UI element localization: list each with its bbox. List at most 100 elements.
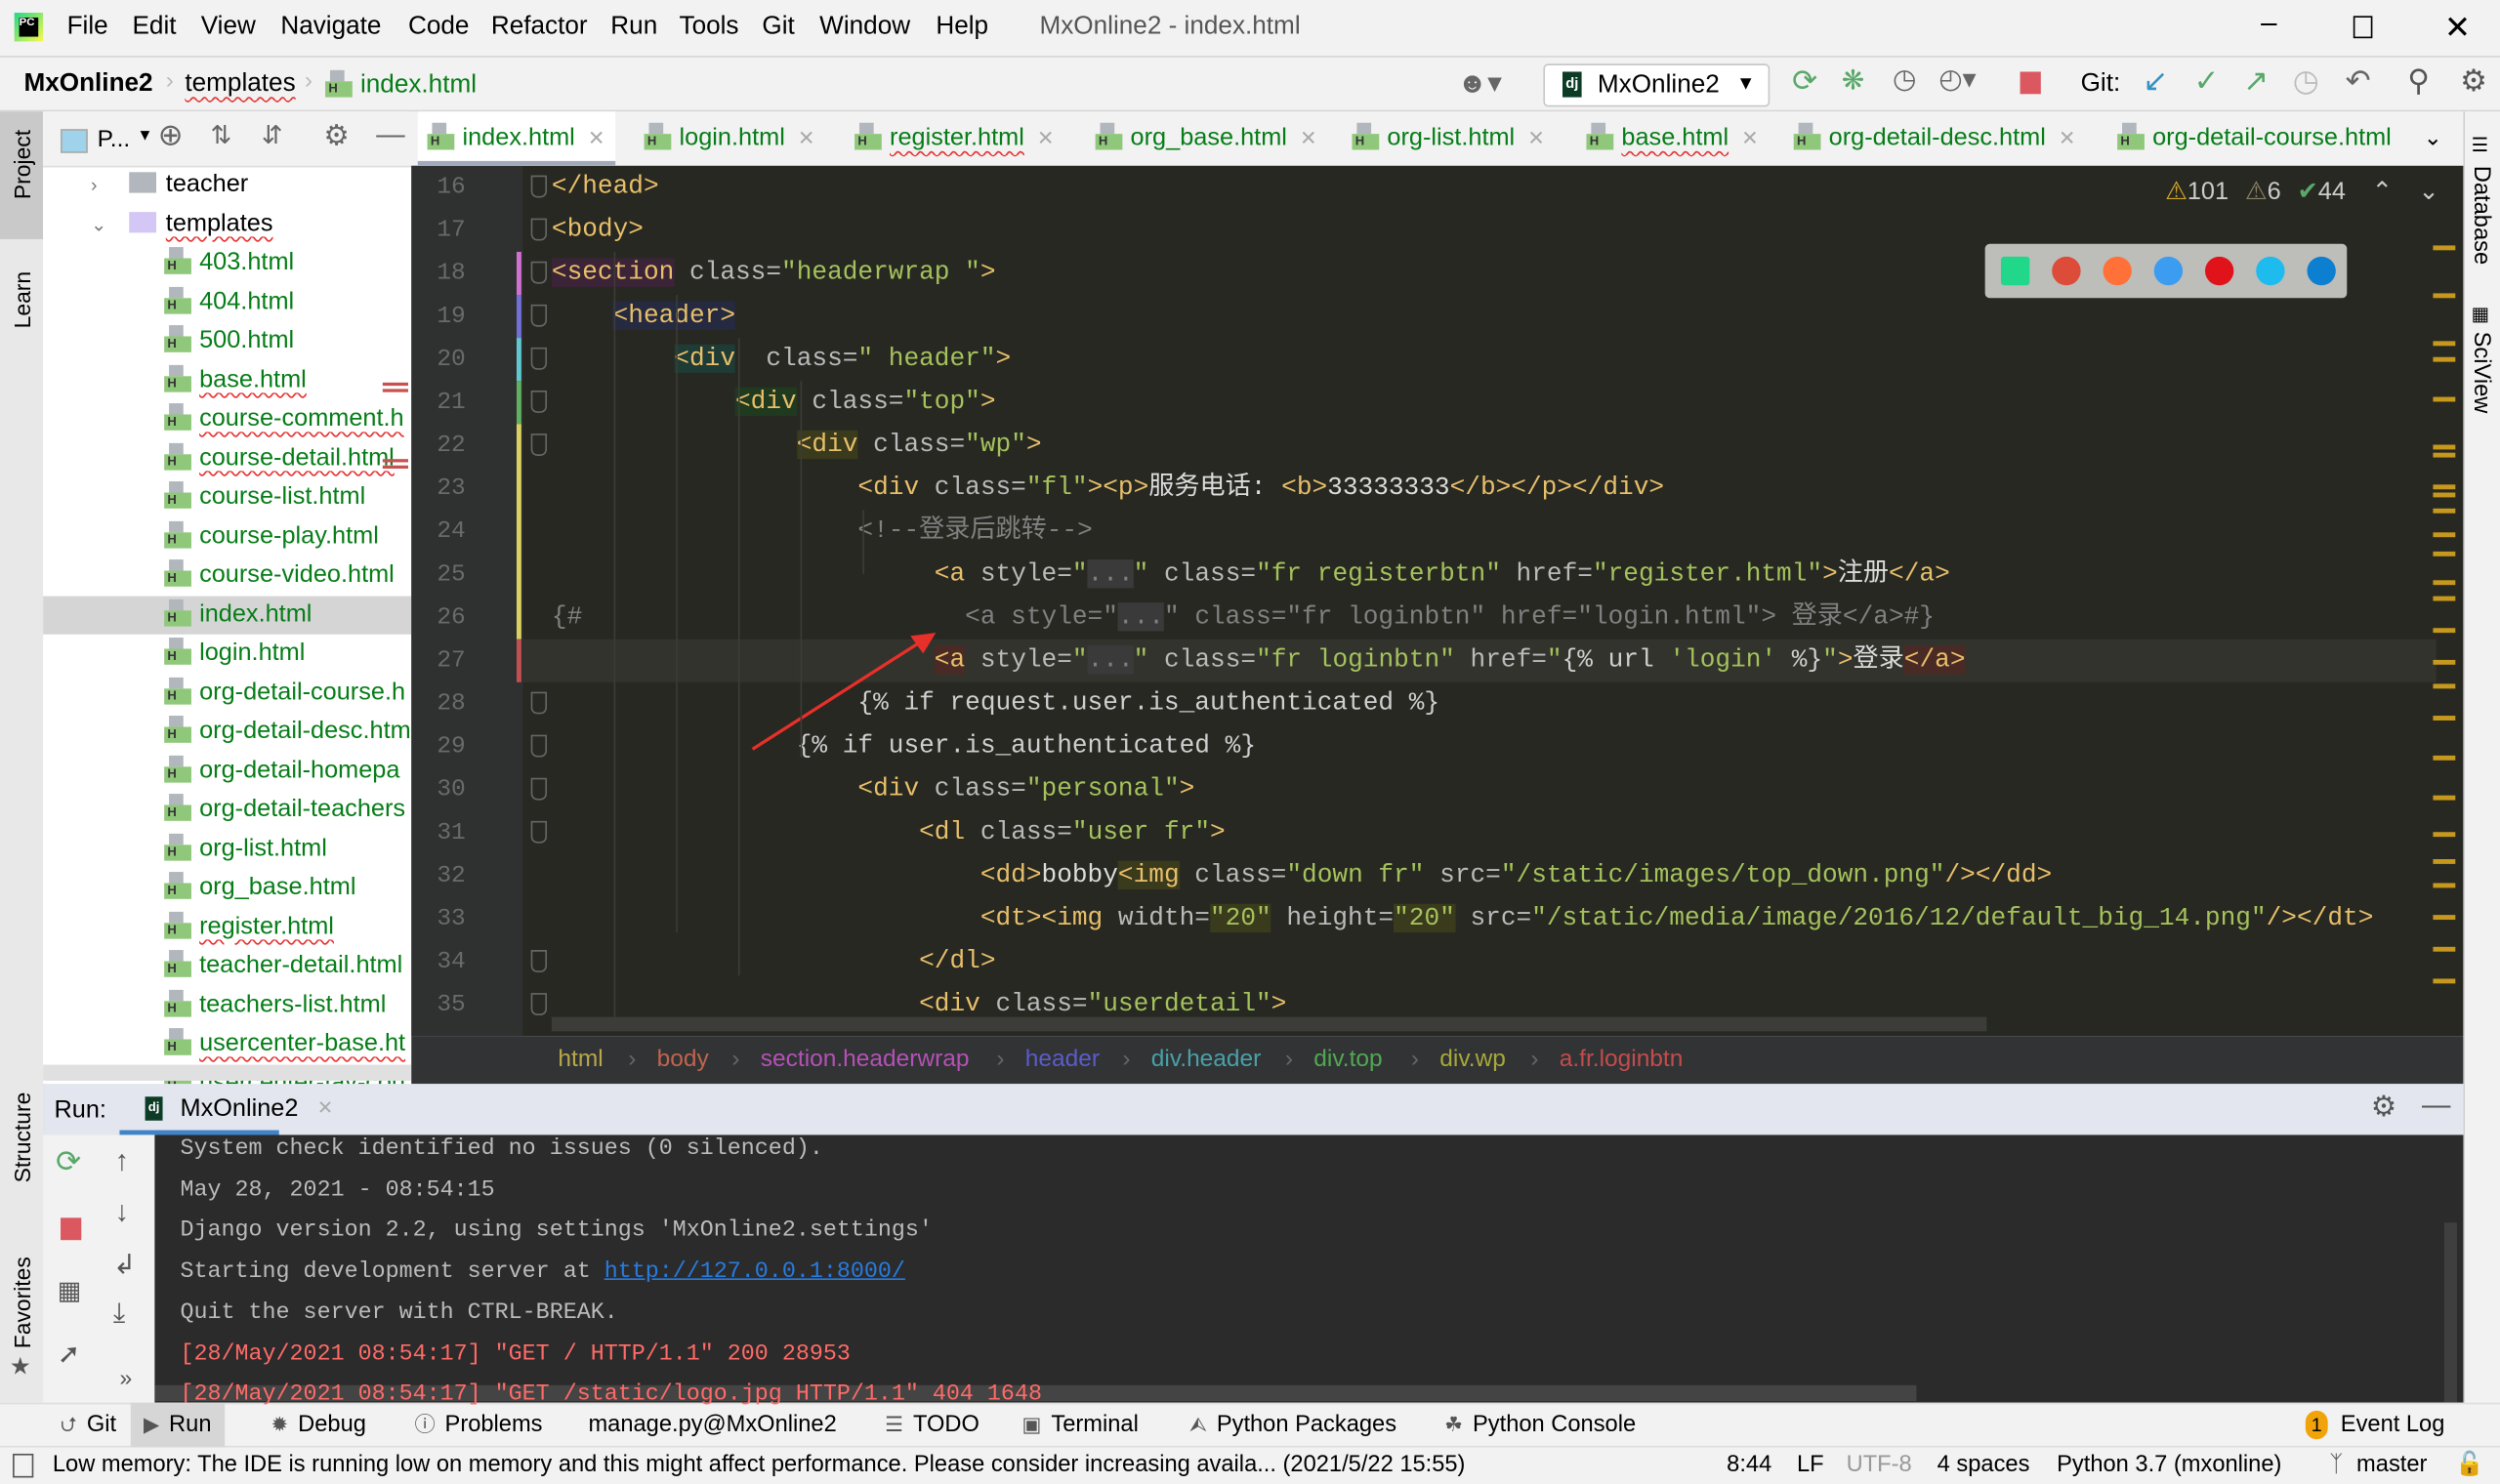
code-token: <div — [674, 344, 736, 374]
server-url-link[interactable]: http://127.0.0.1:8000/ — [604, 1259, 905, 1285]
code-line: <div class="top"> — [552, 381, 996, 424]
caret-position[interactable]: 8:44 — [1727, 1447, 1771, 1484]
code-token: <div — [857, 774, 920, 804]
status-toggle-icon[interactable] — [13, 1453, 34, 1478]
editor-breadcrumb-item[interactable]: div.wp — [1439, 1036, 1506, 1084]
code-token: > — [1179, 774, 1195, 804]
editor-breadcrumb-item[interactable]: div.header — [1151, 1036, 1262, 1084]
code-token: class= — [796, 387, 904, 417]
fold-marker-icon[interactable] — [530, 820, 547, 844]
fold-marker-icon[interactable] — [530, 734, 547, 758]
code-token: <div — [857, 473, 920, 503]
lock-icon[interactable]: 🔓 — [2455, 1447, 2483, 1484]
fold-marker-icon[interactable] — [530, 347, 547, 370]
python-interpreter[interactable]: Python 3.7 (mxonline) — [2057, 1447, 2281, 1484]
soft-wrap-icon[interactable]: ↲ — [113, 1250, 136, 1282]
code-token: "headerwrap " — [781, 258, 980, 287]
scroll-to-end-icon[interactable]: ⤓ — [113, 1298, 125, 1330]
code-token: " — [1822, 645, 1838, 675]
fold-marker-icon[interactable] — [530, 261, 547, 284]
close-tab-icon[interactable]: ✕ — [1527, 126, 1545, 149]
close-tab-icon[interactable]: ✕ — [317, 1096, 333, 1119]
tool-todo[interactable]: ☰ TODO — [885, 1403, 979, 1448]
code-line: <div class="personal"> — [552, 768, 1194, 811]
fold-marker-icon[interactable] — [530, 433, 547, 456]
code-line: <div class="userdetail"> — [552, 983, 1286, 1026]
code-token: > — [1025, 430, 1042, 460]
tool-run[interactable]: ▶ Run — [130, 1402, 225, 1448]
editor-breadcrumb-item[interactable]: div.top — [1313, 1036, 1382, 1084]
up-arrow-icon[interactable]: ↑ — [115, 1144, 130, 1177]
tool-debug[interactable]: ✹ Debug — [271, 1403, 366, 1448]
close-tab-icon[interactable]: ✕ — [1037, 126, 1055, 149]
tool-python-packages[interactable]: ⮙ Python Packages — [1189, 1403, 1396, 1448]
fold-marker-icon[interactable] — [530, 304, 547, 327]
debug-icon: ✹ — [271, 1412, 289, 1437]
hide-icon[interactable]: — — [2422, 1089, 2450, 1122]
fold-marker-icon[interactable] — [530, 993, 547, 1015]
stop-icon[interactable] — [61, 1217, 82, 1241]
tool-sciview[interactable]: SciView — [2468, 332, 2493, 414]
run-label: Run: — [54, 1096, 106, 1125]
tool-python-console[interactable]: ☘ Python Console — [1444, 1403, 1636, 1448]
close-tab-icon[interactable]: ✕ — [1741, 126, 1759, 149]
pin-icon[interactable]: ➚ — [58, 1339, 80, 1371]
close-tab-icon[interactable]: ✕ — [588, 126, 605, 149]
code-token: 33333333 — [1327, 473, 1450, 503]
console-line: May 28, 2021 - 08:54:15 — [180, 1171, 494, 1211]
run-tab-label: MxOnline2 — [180, 1094, 299, 1123]
fold-marker-icon[interactable] — [530, 218, 547, 241]
editor-breadcrumb-item[interactable]: a.fr.loginbtn — [1560, 1036, 1684, 1084]
fold-marker-icon[interactable] — [530, 950, 547, 972]
fold-marker-icon[interactable] — [530, 777, 547, 801]
event-log-label: Event Log — [2340, 1412, 2445, 1438]
layout-icon[interactable]: ▦ — [58, 1275, 82, 1307]
file-encoding[interactable]: UTF-8 — [1847, 1447, 1912, 1484]
rerun-icon[interactable]: ⟳ — [56, 1144, 81, 1181]
tool-terminal[interactable]: ▣ Terminal — [1022, 1403, 1139, 1448]
editor-tab[interactable]: org-detail-course.html — [2117, 111, 2392, 166]
editor-breadcrumb-item[interactable]: section.headerwrap — [761, 1036, 970, 1084]
line-number: 33 — [437, 905, 466, 933]
fold-marker-icon[interactable] — [530, 175, 547, 198]
close-tab-icon[interactable]: ✕ — [1300, 126, 1317, 149]
tool-manage-py[interactable]: manage.py@MxOnline2 — [588, 1403, 836, 1448]
breadcrumb-sep: › — [1284, 1046, 1294, 1073]
editor-breadcrumb-item[interactable]: header — [1025, 1036, 1100, 1084]
close-tab-icon[interactable]: ✕ — [2059, 126, 2076, 149]
status-message[interactable]: Low memory: The IDE is running low on me… — [53, 1447, 1466, 1484]
editor-tab[interactable]: index.html ✕ — [417, 111, 615, 166]
editor-tab[interactable]: org-detail-desc.html ✕ — [1793, 111, 2076, 166]
code-token: <img — [1117, 860, 1180, 890]
editor-breadcrumb-item[interactable]: html — [558, 1036, 603, 1084]
gear-icon[interactable]: ⚙ — [2371, 1091, 2396, 1124]
editor-tab[interactable]: org_base.html ✕ — [1095, 111, 1317, 166]
down-arrow-icon[interactable]: ↓ — [115, 1195, 130, 1228]
tool-git[interactable]: ⮍ Git — [61, 1403, 116, 1448]
run-tab[interactable]: dj MxOnline2 ✕ — [119, 1084, 333, 1135]
code-token: href= — [1454, 645, 1547, 675]
tool-problems[interactable]: ⓘ Problems — [414, 1403, 542, 1448]
indent-setting[interactable]: 4 spaces — [1938, 1447, 2030, 1484]
code-token: /></dd> — [1944, 860, 2053, 890]
editor-tab[interactable]: login.html ✕ — [644, 111, 815, 166]
git-branch[interactable]: master — [2356, 1447, 2427, 1484]
code-token: "fr loginbtn" — [1256, 645, 1455, 675]
tool-database[interactable]: Database — [2468, 166, 2493, 265]
more-icon[interactable]: » — [119, 1365, 132, 1390]
code-token: 登录 — [1853, 645, 1904, 675]
fold-marker-icon[interactable] — [530, 691, 547, 715]
editor-tab[interactable]: org-list.html ✕ — [1352, 111, 1545, 166]
fold-marker-icon[interactable] — [530, 390, 547, 413]
close-tab-icon[interactable]: ✕ — [798, 126, 815, 149]
editor-breadcrumb-item[interactable]: body — [657, 1036, 709, 1084]
code-token: class= — [735, 344, 858, 374]
line-separator[interactable]: LF — [1797, 1447, 1824, 1484]
editor-tab[interactable]: register.html ✕ — [854, 111, 1055, 166]
editor-tab[interactable]: base.html ✕ — [1586, 111, 1759, 166]
editor-breadcrumb-bar — [411, 1036, 2464, 1085]
git-icon: ⮍ — [61, 1412, 78, 1437]
event-log-button[interactable]: 1 Event Log — [2305, 1403, 2445, 1448]
console-scrollbar[interactable] — [2443, 1222, 2457, 1403]
